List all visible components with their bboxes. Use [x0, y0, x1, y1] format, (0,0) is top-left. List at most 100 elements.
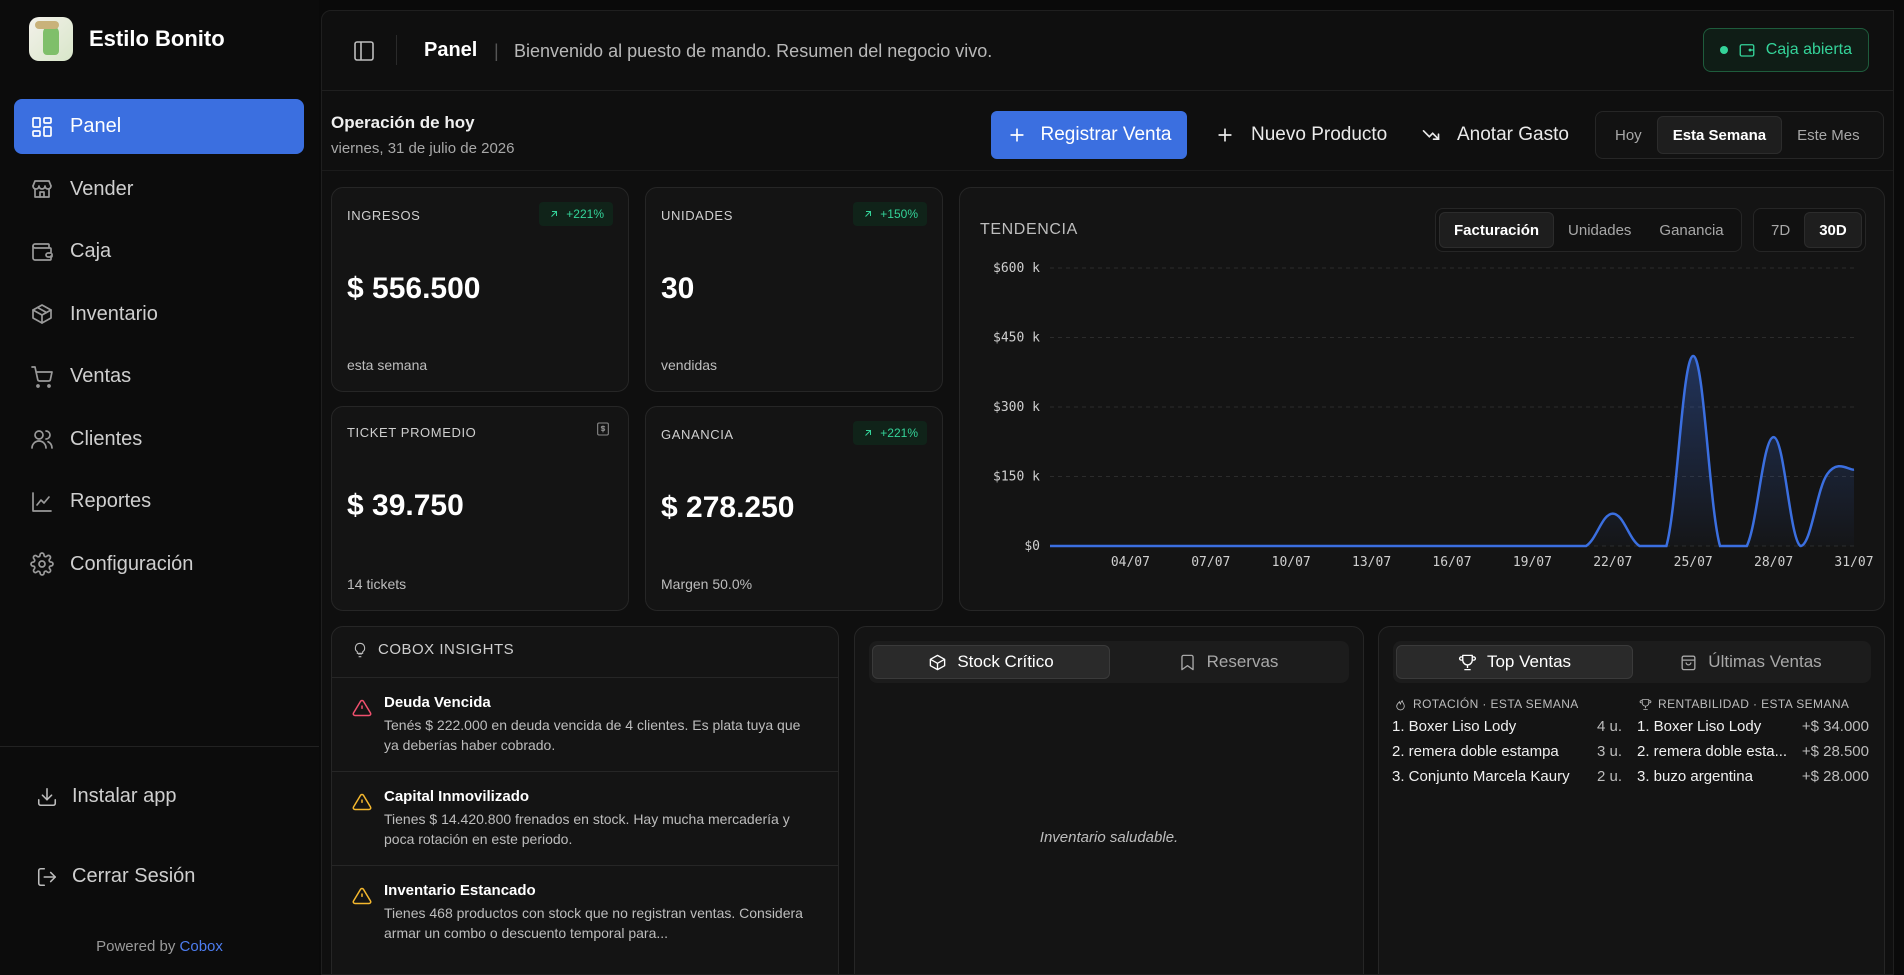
metric-ganancia[interactable]: Ganancia	[1645, 212, 1737, 248]
metric-facturacion[interactable]: Facturación	[1439, 212, 1555, 248]
product-name: 3. Conjunto Marcela Kaury	[1392, 768, 1570, 785]
tab-label: Top Ventas	[1486, 652, 1572, 671]
receipt-icon	[595, 421, 613, 439]
page-subtitle: Bienvenido al puesto de mando. Resumen d…	[514, 41, 993, 61]
arrow-up-right-icon	[865, 430, 872, 436]
profit-row[interactable]: 1. Boxer Liso Lody +$ 34.000	[1637, 718, 1869, 735]
insight-text: Tienes 468 productos con stock que no re…	[384, 905, 803, 941]
alert-triangle-icon	[352, 886, 372, 906]
trend-badge: +150%	[853, 202, 927, 226]
sidebar-item-reportes[interactable]: Reportes	[14, 474, 304, 529]
insight-title: Deuda Vencida	[384, 694, 491, 711]
new-product-button[interactable]: Nuevo Producto	[1215, 111, 1387, 159]
tab-ultimas-ventas[interactable]: Últimas Ventas	[1633, 645, 1868, 679]
x-tick-label: 25/07	[1674, 555, 1713, 570]
logout-label: Cerrar Sesión	[72, 865, 196, 887]
insight-item[interactable]: Inventario Estancado Tienes 468 producto…	[332, 865, 838, 959]
logout-icon	[37, 867, 57, 886]
sidebar-item-caja[interactable]: Caja	[14, 224, 304, 279]
kpi-label: UNIDADES	[661, 208, 733, 223]
range-selector: Hoy Esta Semana Este Mes	[1595, 111, 1884, 159]
x-tick-label: 10/07	[1272, 555, 1311, 570]
sidebar-item-label: Clientes	[70, 427, 143, 450]
y-tick-label: $300 k	[993, 400, 1040, 415]
logout-button[interactable]: Cerrar Sesión	[36, 865, 195, 888]
kpi-ticket-card: TICKET PROMEDIO $ 39.750 14 tickets	[331, 406, 629, 611]
rotation-row[interactable]: 1. Boxer Liso Lody 4 u.	[1392, 718, 1622, 735]
insight-item[interactable]: Capital Inmovilizado Tienes $ 14.420.800…	[332, 771, 838, 865]
insight-item[interactable]: Deuda Vencida Tenés $ 222.000 en deuda v…	[332, 677, 838, 771]
sidebar-item-vender[interactable]: Vender	[14, 162, 304, 217]
product-qty: 3 u.	[1596, 743, 1622, 760]
install-app-button[interactable]: Instalar app	[36, 785, 177, 808]
insight-title: Inventario Estancado	[384, 882, 536, 899]
trend-title: TENDENCIA	[980, 221, 1078, 238]
powered-by: Powered by Cobox	[0, 938, 319, 955]
operations-bar: Operación de hoy viernes, 31 de julio de…	[322, 91, 1893, 171]
period-7d[interactable]: 7D	[1757, 212, 1804, 248]
tab-reservas[interactable]: Reservas	[1110, 645, 1346, 679]
sidebar-item-inventario[interactable]: Inventario	[14, 287, 304, 342]
top-tabs: Top Ventas Últimas Ventas	[1393, 641, 1871, 683]
page-title: Panel	[424, 39, 478, 61]
kpi-label: TICKET PROMEDIO	[347, 425, 477, 440]
profit-row[interactable]: 2. remera doble esta... +$ 28.500	[1637, 743, 1869, 760]
cart-icon	[30, 365, 54, 389]
rotation-header-label: ROTACIÓN · ESTA SEMANA	[1413, 697, 1579, 711]
operations-title: Operación de hoy	[331, 113, 475, 132]
kpi-foot: esta semana	[347, 357, 428, 373]
rotation-header: ROTACIÓN · ESTA SEMANA	[1394, 697, 1579, 711]
stock-empty-message: Inventario saludable.	[1039, 829, 1179, 846]
wallet-icon	[30, 240, 54, 264]
register-sale-button[interactable]: Registrar Venta	[991, 111, 1187, 159]
kpi-value: 30	[661, 272, 695, 305]
x-tick-label: 31/07	[1834, 555, 1873, 570]
range-esta-semana[interactable]: Esta Semana	[1656, 116, 1783, 154]
x-tick-label: 13/07	[1352, 555, 1391, 570]
sidebar-item-panel[interactable]: Panel	[14, 99, 304, 154]
gear-icon	[30, 552, 54, 576]
status-dot	[1719, 46, 1728, 54]
brand[interactable]: Estilo Bonito	[29, 17, 225, 61]
y-tick-label: $600 k	[993, 261, 1040, 276]
profit-header: RENTABILIDAD · ESTA SEMANA	[1639, 697, 1849, 711]
x-tick-label: 28/07	[1754, 555, 1793, 570]
caja-status-label: Caja abierta	[1765, 41, 1852, 58]
sidebar-item-label: Reportes	[70, 490, 152, 512]
tab-label: Últimas Ventas	[1708, 652, 1822, 671]
kpi-value: $ 278.250	[661, 491, 795, 524]
top-sales-card: Top Ventas Últimas Ventas ROTACIÓN · EST…	[1378, 626, 1885, 974]
sidebar-item-configuracion[interactable]: Configuración	[14, 537, 304, 592]
kpi-ingresos-card: INGRESOS +221% $ 556.500 esta semana	[331, 187, 629, 392]
kpi-value: $ 556.500	[347, 272, 481, 305]
metric-unidades[interactable]: Unidades	[1554, 212, 1645, 248]
period-30d[interactable]: 30D	[1804, 212, 1862, 248]
y-tick-label: $450 k	[993, 331, 1040, 346]
sidebar-toggle-button[interactable]	[352, 39, 376, 63]
sidebar-item-clientes[interactable]: Clientes	[14, 412, 304, 467]
x-tick-label: 22/07	[1593, 555, 1632, 570]
alert-triangle-icon	[352, 698, 372, 718]
product-name: 2. remera doble estampa	[1392, 743, 1559, 760]
brand-logo	[29, 17, 73, 61]
powered-brand-link[interactable]: Cobox	[180, 938, 223, 955]
rotation-row[interactable]: 3. Conjunto Marcela Kaury 2 u.	[1392, 768, 1622, 785]
operations-date: viernes, 31 de julio de 2026	[331, 140, 515, 157]
sidebar-item-ventas[interactable]: Ventas	[14, 349, 304, 404]
tab-stock-critico[interactable]: Stock Crítico	[872, 645, 1110, 679]
tab-top-ventas[interactable]: Top Ventas	[1396, 645, 1633, 679]
sidebar-item-label: Panel	[70, 115, 122, 137]
product-profit: +$ 28.500	[1801, 743, 1869, 760]
profit-row[interactable]: 3. buzo argentina +$ 28.000	[1637, 768, 1869, 785]
rotation-row[interactable]: 2. remera doble estampa 3 u.	[1392, 743, 1622, 760]
product-profit: +$ 28.000	[1801, 768, 1869, 785]
sidebar: Estilo Bonito Panel Vender Caja Inventar…	[0, 0, 319, 975]
trend-badge: +221%	[853, 421, 927, 445]
sidebar-item-label: Ventas	[70, 365, 132, 387]
caja-status-badge[interactable]: Caja abierta	[1702, 28, 1869, 72]
range-este-mes[interactable]: Este Mes	[1782, 116, 1875, 154]
sidebar-item-label: Inventario	[70, 302, 158, 325]
log-expense-button[interactable]: Anotar Gasto	[1421, 111, 1569, 159]
range-hoy[interactable]: Hoy	[1600, 116, 1657, 154]
sidebar-nav: Panel Vender Caja Inventario Ventas Clie…	[14, 99, 304, 599]
